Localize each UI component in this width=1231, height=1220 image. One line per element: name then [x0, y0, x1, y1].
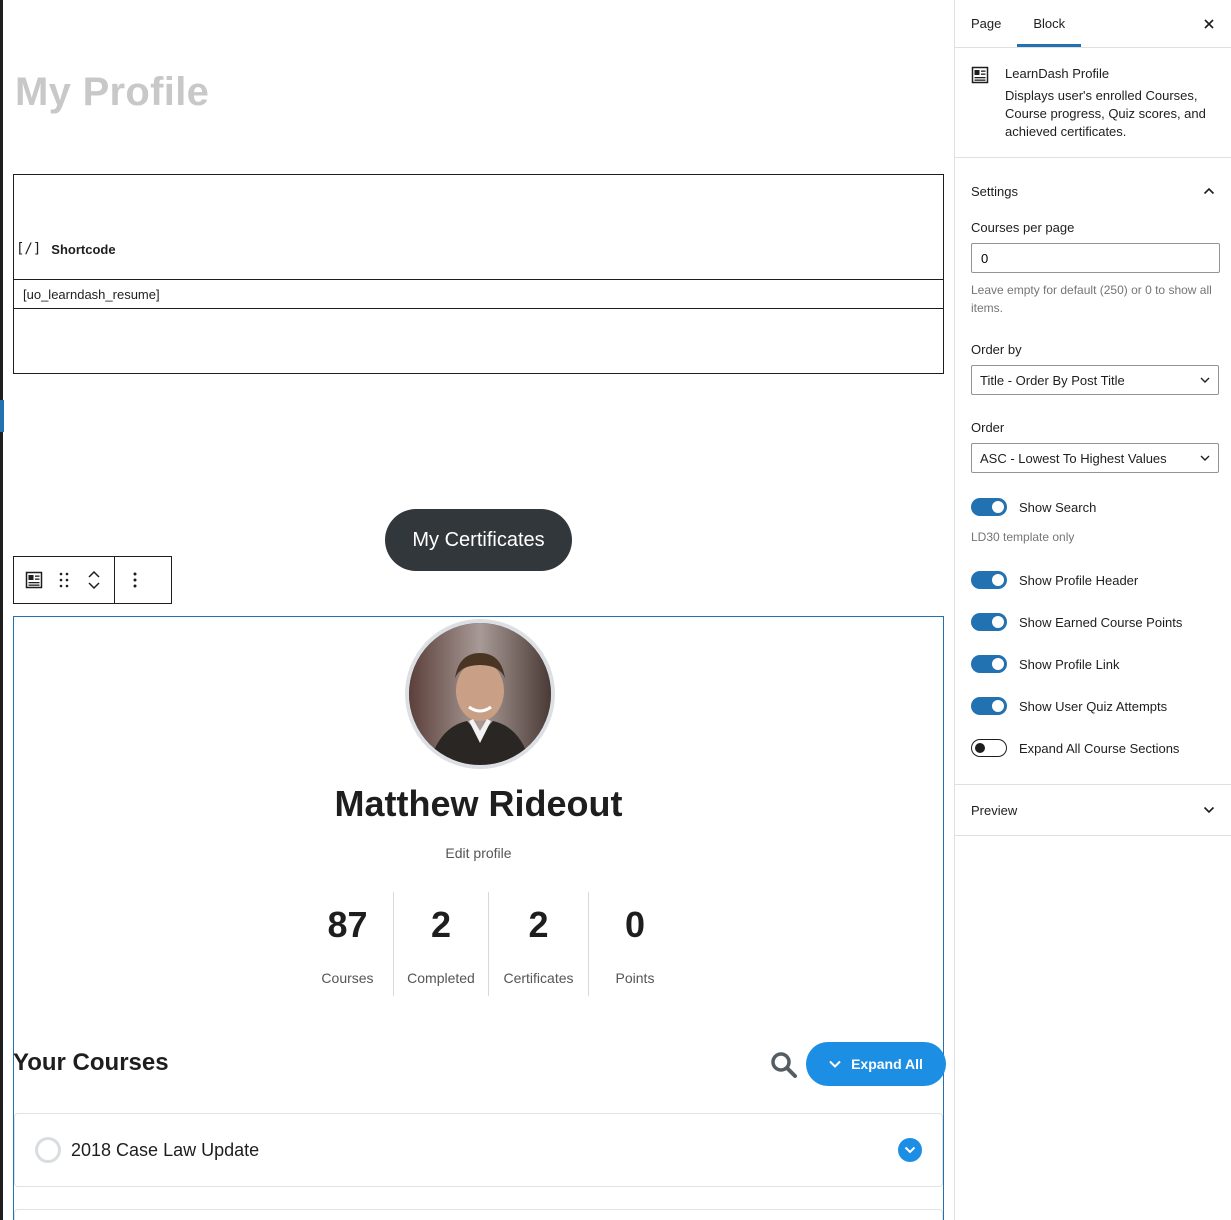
- expand-all-sections-toggle[interactable]: [971, 739, 1007, 757]
- chevron-down-icon: [829, 1060, 841, 1068]
- block-movers: [82, 557, 106, 603]
- edit-profile-link[interactable]: Edit profile: [14, 845, 943, 861]
- move-down-icon[interactable]: [87, 581, 101, 591]
- stat-value: 87: [327, 904, 368, 945]
- toggle-row[interactable]: Show Profile Header: [971, 570, 1220, 590]
- block-toolbar: [13, 556, 172, 604]
- my-certificates-button[interactable]: My Certificates: [385, 509, 572, 571]
- close-icon[interactable]: [1197, 12, 1221, 36]
- shortcode-label: [/] Shortcode: [16, 241, 116, 257]
- order-by-select[interactable]: Title - Order By Post Title: [971, 365, 1219, 395]
- settings-panel-title: Settings: [971, 183, 1018, 199]
- stat-courses: 87 Courses: [302, 892, 394, 996]
- page-title[interactable]: My Profile: [15, 70, 209, 115]
- courses-per-page-label: Courses per page: [971, 220, 1075, 235]
- settings-panel-toggle[interactable]: Settings: [955, 166, 1231, 216]
- profile-block-icon: [971, 66, 989, 141]
- show-quiz-attempts-toggle[interactable]: [971, 697, 1007, 715]
- course-item[interactable]: [14, 1209, 943, 1220]
- stat-points: 0 Points: [589, 892, 681, 996]
- toggle-row[interactable]: Show User Quiz Attempts: [971, 696, 1220, 716]
- course-title[interactable]: 2018 Case Law Update: [71, 1140, 259, 1161]
- learndash-profile-block[interactable]: Matthew Rideout Edit profile 87 Courses …: [13, 616, 946, 1220]
- expand-all-label: Expand All: [851, 1056, 923, 1072]
- stat-certificates: 2 Certificates: [489, 892, 589, 996]
- toggle-label: Show User Quiz Attempts: [1019, 698, 1168, 714]
- stat-label: Completed: [407, 970, 475, 986]
- shortcode-label-text: Shortcode: [51, 241, 116, 257]
- show-search-toggle-row[interactable]: Show Search: [971, 497, 1220, 517]
- courses-per-page-help: Leave empty for default (250) or 0 to sh…: [971, 283, 1212, 315]
- stat-completed: 2 Completed: [394, 892, 489, 996]
- toggle-row[interactable]: Show Profile Link: [971, 654, 1220, 674]
- tab-block[interactable]: Block: [1017, 0, 1081, 47]
- profile-block-icon[interactable]: [22, 557, 46, 603]
- user-name: Matthew Rideout: [334, 783, 623, 824]
- stat-label: Certificates: [503, 970, 574, 986]
- settings-panel-body: Courses per page Leave empty for default…: [955, 220, 1231, 758]
- search-icon[interactable]: [770, 1051, 798, 1079]
- expand-all-button[interactable]: Expand All: [806, 1042, 946, 1086]
- course-item[interactable]: 2018 Case Law Update: [14, 1113, 943, 1187]
- chevron-up-icon: [1203, 187, 1215, 195]
- order-select[interactable]: ASC - Lowest To Highest Values: [971, 443, 1219, 473]
- toggle-label: Show Profile Header: [1019, 572, 1139, 588]
- courses-heading: Your Courses: [13, 1049, 169, 1076]
- chevron-down-icon: [1200, 455, 1210, 461]
- show-search-help: LD30 template only: [971, 530, 1075, 544]
- show-search-label: Show Search: [1019, 499, 1097, 515]
- toggle-label: Show Earned Course Points: [1019, 614, 1183, 630]
- show-earned-points-toggle[interactable]: [971, 613, 1007, 631]
- stat-label: Points: [615, 970, 655, 986]
- sidebar-tabs: Page Block: [955, 0, 1231, 48]
- stat-value: 0: [624, 904, 646, 945]
- toggle-label: Show Profile Link: [1019, 656, 1120, 672]
- stat-value: 2: [528, 904, 549, 945]
- drag-handle-icon[interactable]: [52, 557, 76, 603]
- course-expand-icon[interactable]: [898, 1138, 922, 1162]
- show-search-toggle[interactable]: [971, 498, 1007, 516]
- block-card-description: Displays user's enrolled Courses, Course…: [1005, 88, 1206, 139]
- chevron-down-icon: [1200, 377, 1210, 383]
- preview-panel-toggle[interactable]: Preview: [955, 785, 1231, 835]
- shortcode-input[interactable]: [uo_learndash_resume]: [14, 279, 943, 309]
- order-value: ASC - Lowest To Highest Values: [980, 450, 1167, 466]
- tab-page[interactable]: Page: [955, 0, 1017, 47]
- order-by-label: Order by: [971, 342, 1022, 357]
- more-options-icon[interactable]: [123, 557, 147, 603]
- shortcode-icon: [/]: [16, 241, 42, 257]
- toolbar-group-options: [115, 557, 155, 603]
- settings-sidebar: Page Block LearnDash Profile Displays us…: [954, 0, 1231, 1220]
- profile-stats: 87 Courses 2 Completed 2 Certificates 0 …: [302, 892, 681, 996]
- course-status-icon: [35, 1137, 61, 1163]
- show-profile-header-toggle[interactable]: [971, 571, 1007, 589]
- stat-label: Courses: [321, 970, 374, 986]
- order-label: Order: [971, 420, 1005, 435]
- chevron-down-icon: [1203, 806, 1215, 814]
- toggle-row[interactable]: Show Earned Course Points: [971, 612, 1220, 632]
- block-card-title: LearnDash Profile: [1005, 66, 1110, 81]
- block-card: LearnDash Profile Displays user's enroll…: [955, 48, 1231, 158]
- toggle-label: Expand All Course Sections: [1019, 740, 1180, 756]
- preview-panel-title: Preview: [971, 802, 1018, 818]
- courses-per-page-input[interactable]: [971, 243, 1220, 273]
- shortcode-block[interactable]: [/] Shortcode [uo_learndash_resume]: [13, 174, 944, 374]
- avatar: [405, 619, 555, 769]
- toolbar-group-main: [14, 557, 115, 603]
- move-up-icon[interactable]: [87, 569, 101, 579]
- order-by-value: Title - Order By Post Title: [980, 372, 1125, 388]
- toggle-row[interactable]: Expand All Course Sections: [971, 738, 1220, 758]
- preview-panel: Preview: [955, 784, 1231, 836]
- stat-value: 2: [430, 904, 452, 945]
- editor-canvas: My Profile [/] Shortcode [uo_learndash_r…: [3, 0, 954, 1220]
- show-profile-link-toggle[interactable]: [971, 655, 1007, 673]
